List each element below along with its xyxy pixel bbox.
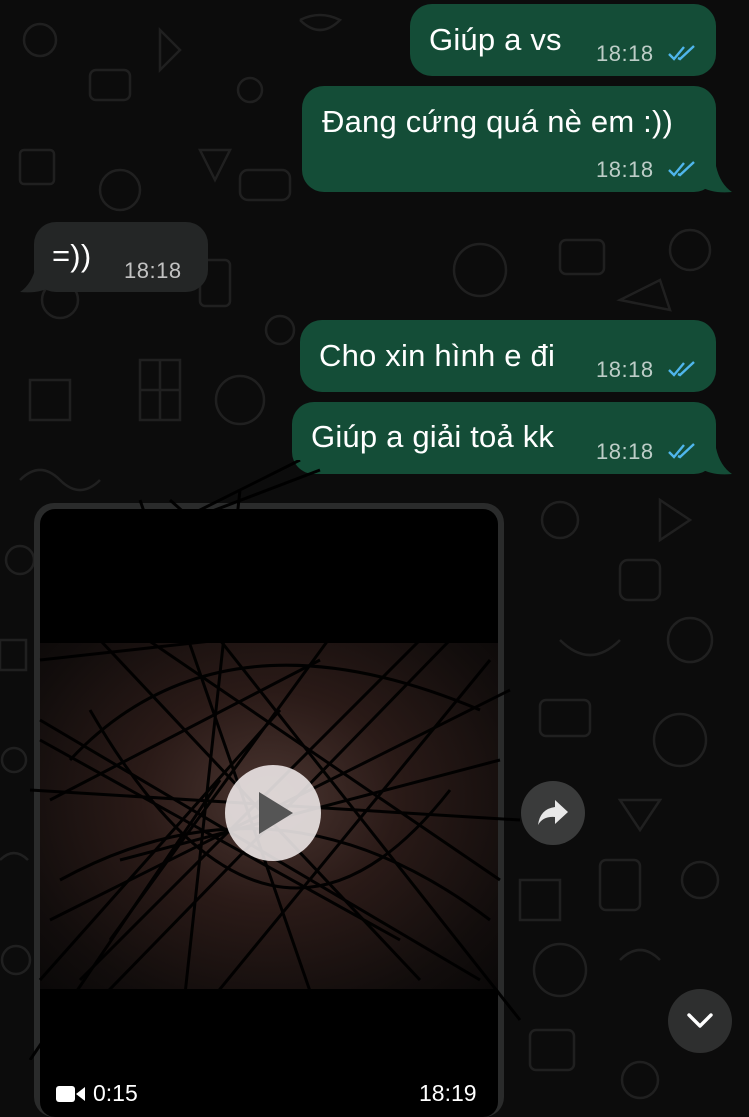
message-text: Giúp a vs	[429, 22, 562, 57]
message-time: 18:18	[124, 258, 182, 283]
message-bubble-incoming[interactable]: =)) 18:18	[34, 222, 208, 292]
bubble-tail	[20, 266, 52, 293]
play-icon	[259, 792, 293, 834]
bubble-tail	[700, 448, 732, 475]
message-time: 18:18	[596, 439, 654, 464]
video-meta-bar: 0:15 18:19	[40, 1078, 498, 1108]
message-text: Cho xin hình e đi	[319, 338, 556, 373]
play-button[interactable]	[225, 765, 321, 861]
message-text: Giúp a giải toả kk	[311, 419, 555, 454]
message-text: =))	[52, 238, 92, 273]
forward-button[interactable]	[521, 781, 585, 845]
scroll-to-bottom-button[interactable]	[668, 989, 732, 1053]
scribble-redaction	[28, 460, 522, 1060]
video-camera-icon	[56, 1086, 85, 1102]
video-duration: 0:15	[93, 1080, 138, 1106]
read-receipt-icon	[668, 45, 695, 61]
message-bubble-outgoing[interactable]: Cho xin hình e đi 18:18	[300, 320, 716, 392]
message-text: Đang cứng quá nè em :))	[322, 104, 674, 139]
message-time: 18:18	[596, 157, 654, 182]
read-receipt-icon	[668, 361, 695, 377]
read-receipt-icon	[668, 161, 695, 177]
read-receipt-icon	[668, 443, 695, 459]
message-bubble-outgoing[interactable]: Giúp a vs 18:18	[410, 4, 716, 76]
message-time: 18:18	[596, 41, 654, 66]
message-bubble-outgoing[interactable]: Đang cứng quá nè em :)) 18:18	[302, 86, 716, 192]
video-time: 18:19	[419, 1080, 477, 1106]
chevron-down-icon	[687, 1013, 713, 1028]
bubble-tail	[700, 166, 732, 193]
forward-arrow-icon	[538, 800, 568, 825]
message-time: 18:18	[596, 357, 654, 382]
